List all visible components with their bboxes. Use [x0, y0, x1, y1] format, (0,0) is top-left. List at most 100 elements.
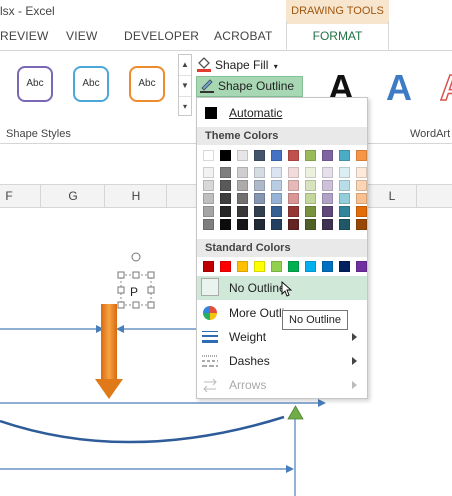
gallery-down-icon[interactable]: ▼ — [179, 76, 191, 97]
theme-color-shade-swatch[interactable] — [288, 180, 299, 191]
theme-color-shade-swatch[interactable] — [237, 206, 248, 217]
theme-color-swatch[interactable] — [288, 150, 299, 161]
shape-fill-button[interactable]: Shape Fill ▾ — [196, 55, 278, 75]
theme-color-shade-swatch[interactable] — [322, 219, 333, 230]
tab-view[interactable]: VIEW — [66, 29, 97, 43]
theme-color-shade-swatch[interactable] — [271, 180, 282, 191]
shape-text[interactable]: P — [130, 285, 138, 299]
theme-color-shade-swatch[interactable] — [271, 206, 282, 217]
menu-item-no-outline[interactable]: No Outline — [197, 276, 367, 300]
theme-color-shade-swatch[interactable] — [254, 193, 265, 204]
theme-color-shade-swatch[interactable] — [254, 180, 265, 191]
column-header-g[interactable]: G — [66, 189, 80, 203]
theme-color-shade-swatch[interactable] — [271, 219, 282, 230]
shape-styles-group-label: Shape Styles — [6, 128, 71, 140]
shape-style-3[interactable]: Abc — [129, 66, 165, 102]
theme-color-swatch[interactable] — [220, 150, 231, 161]
theme-color-swatch[interactable] — [271, 150, 282, 161]
standard-color-swatch[interactable] — [356, 261, 367, 272]
shape-style-2[interactable]: Abc — [73, 66, 109, 102]
theme-color-shade-swatch[interactable] — [339, 193, 350, 204]
theme-color-shade-swatch[interactable] — [305, 167, 316, 178]
standard-color-swatch[interactable] — [271, 261, 282, 272]
shape-style-1[interactable]: Abc — [17, 66, 53, 102]
theme-color-shade-swatch[interactable] — [220, 180, 231, 191]
theme-color-shade-swatch[interactable] — [356, 206, 367, 217]
theme-color-shade-swatch[interactable] — [203, 180, 214, 191]
theme-color-shade-swatch[interactable] — [339, 180, 350, 191]
theme-color-shade-swatch[interactable] — [305, 206, 316, 217]
theme-color-shade-swatch[interactable] — [356, 219, 367, 230]
theme-color-shade-swatch[interactable] — [254, 206, 265, 217]
shape-fill-label: Shape Fill — [215, 58, 269, 72]
standard-color-swatch[interactable] — [220, 261, 231, 272]
tab-developer[interactable]: DEVELOPER — [124, 29, 199, 43]
theme-color-shade-swatch[interactable] — [339, 167, 350, 178]
wordart-style-2[interactable]: A — [386, 67, 412, 109]
theme-color-swatch[interactable] — [203, 150, 214, 161]
theme-color-swatch[interactable] — [254, 150, 265, 161]
theme-color-shade-swatch[interactable] — [220, 219, 231, 230]
theme-color-shade-swatch[interactable] — [288, 167, 299, 178]
tab-format[interactable]: FORMAT — [286, 21, 389, 50]
tab-review[interactable]: REVIEW — [0, 29, 49, 43]
mouse-cursor-icon — [281, 281, 293, 297]
gallery-more-icon[interactable]: ▾ — [179, 97, 191, 117]
standard-color-swatch[interactable] — [305, 261, 316, 272]
theme-color-shade-swatch[interactable] — [237, 180, 248, 191]
standard-color-swatch[interactable] — [254, 261, 265, 272]
theme-color-shade-swatch[interactable] — [203, 167, 214, 178]
menu-item-arrows[interactable]: Arrows — [197, 373, 367, 397]
theme-color-shade-swatch[interactable] — [271, 167, 282, 178]
theme-color-shade-swatch[interactable] — [237, 219, 248, 230]
theme-color-shade-swatch[interactable] — [339, 206, 350, 217]
theme-color-swatch[interactable] — [322, 150, 333, 161]
theme-color-shade-swatch[interactable] — [271, 193, 282, 204]
standard-color-swatch[interactable] — [339, 261, 350, 272]
column-header-h[interactable]: H — [129, 189, 143, 203]
gallery-up-icon[interactable]: ▲ — [179, 55, 191, 76]
theme-color-swatch[interactable] — [237, 150, 248, 161]
theme-color-swatch[interactable] — [356, 150, 367, 161]
column-header-l[interactable]: L — [385, 189, 399, 203]
theme-color-shade-swatch[interactable] — [288, 206, 299, 217]
theme-color-shade-swatch[interactable] — [237, 193, 248, 204]
theme-color-shade-swatch[interactable] — [288, 193, 299, 204]
wordart-style-3[interactable]: A — [439, 66, 452, 109]
theme-color-shade-swatch[interactable] — [220, 206, 231, 217]
theme-color-shade-swatch[interactable] — [203, 193, 214, 204]
weight-label: Weight — [229, 330, 267, 344]
theme-color-shade-swatch[interactable] — [305, 180, 316, 191]
theme-color-shade-swatch[interactable] — [322, 206, 333, 217]
theme-color-swatch[interactable] — [305, 150, 316, 161]
standard-color-swatch[interactable] — [288, 261, 299, 272]
line-weight-icon — [202, 331, 218, 343]
theme-color-shade-swatch[interactable] — [254, 219, 265, 230]
theme-color-shade-swatch[interactable] — [305, 193, 316, 204]
theme-color-shade-swatch[interactable] — [322, 167, 333, 178]
theme-color-shade-swatch[interactable] — [322, 193, 333, 204]
theme-color-shade-swatch[interactable] — [254, 167, 265, 178]
menu-item-dashes[interactable]: Dashes — [197, 349, 367, 373]
menu-item-automatic[interactable]: Automatic — [197, 101, 367, 125]
theme-color-shade-swatch[interactable] — [305, 219, 316, 230]
standard-color-swatch[interactable] — [322, 261, 333, 272]
column-header-f[interactable]: F — [2, 189, 16, 203]
theme-color-swatch[interactable] — [339, 150, 350, 161]
shape-outline-button[interactable]: Shape Outline ▾ — [196, 76, 303, 111]
theme-color-shade-swatch[interactable] — [288, 219, 299, 230]
standard-color-swatch[interactable] — [203, 261, 214, 272]
theme-color-shade-swatch[interactable] — [203, 206, 214, 217]
theme-color-shade-swatch[interactable] — [356, 180, 367, 191]
theme-color-shade-swatch[interactable] — [220, 193, 231, 204]
style-gallery-scroll[interactable]: ▲ ▼ ▾ — [178, 54, 192, 116]
standard-color-swatch[interactable] — [237, 261, 248, 272]
theme-color-shade-swatch[interactable] — [356, 167, 367, 178]
theme-color-shade-swatch[interactable] — [322, 180, 333, 191]
theme-color-shade-swatch[interactable] — [237, 167, 248, 178]
theme-color-shade-swatch[interactable] — [356, 193, 367, 204]
theme-color-shade-swatch[interactable] — [339, 219, 350, 230]
theme-color-shade-swatch[interactable] — [220, 167, 231, 178]
theme-color-shade-swatch[interactable] — [203, 219, 214, 230]
tab-acrobat[interactable]: ACROBAT — [214, 29, 273, 43]
